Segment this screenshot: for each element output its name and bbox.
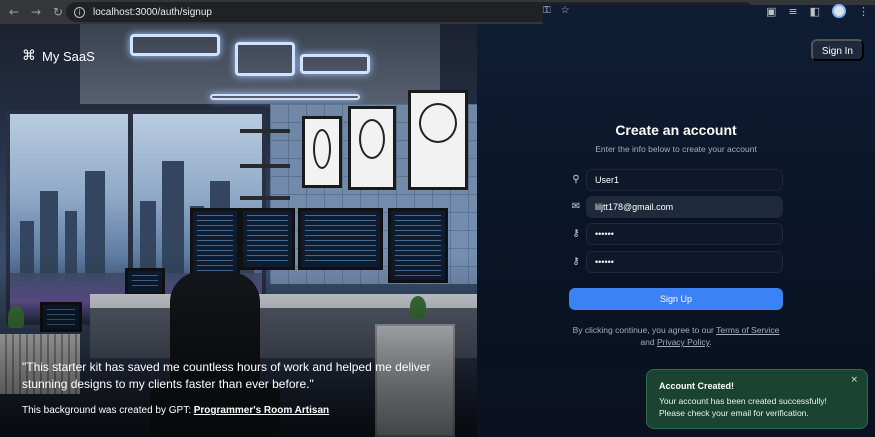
key-icon: ⚷ <box>572 256 580 267</box>
forward-arrow-icon[interactable]: → <box>28 4 44 20</box>
toast-message: Your account has been created successful… <box>659 396 827 418</box>
key-icon: ⚷ <box>572 228 580 239</box>
brand-name: My SaaS <box>42 48 95 64</box>
back-arrow-icon[interactable]: ← <box>6 4 22 20</box>
background-credit: This background was created by GPT: Prog… <box>22 405 329 416</box>
hero-panel: ⌘ My SaaS "This starter kit has saved me… <box>0 24 477 437</box>
confirm-password-input[interactable] <box>586 251 783 273</box>
testimonial-quote: "This starter kit has saved me countless… <box>22 360 431 391</box>
user-icon: ⚲ <box>572 174 580 185</box>
terms-prefix: By clicking continue, you agree to our <box>572 325 717 335</box>
credit-prefix: This background was created by GPT: <box>22 405 194 416</box>
sidebar-icon[interactable]: ◧ <box>810 5 820 18</box>
browser-toolbar: ← → ↻ i localhost:3000/auth/signup ⚿ ☆ ▣… <box>0 0 875 418</box>
url-text: localhost:3000/auth/signup <box>93 6 212 18</box>
password-input[interactable] <box>586 223 783 245</box>
reload-icon[interactable]: ↻ <box>50 4 66 20</box>
page-subtitle: Enter the info below to create your acco… <box>595 144 757 154</box>
privacy-link[interactable]: Privacy Policy <box>657 337 709 347</box>
credit-link[interactable]: Programmer's Room Artisan <box>194 405 329 416</box>
menu-dots-icon[interactable]: ⋮ <box>858 5 869 18</box>
toast-title: Account Created! <box>659 381 735 391</box>
address-bar[interactable]: i localhost:3000/auth/signup ⚿ ☆ <box>66 2 875 418</box>
confirm-password-field-row: ⚷ <box>569 251 783 273</box>
brand-logo[interactable]: ⌘ My SaaS <box>22 48 95 64</box>
info-icon[interactable]: i <box>74 6 85 18</box>
terms-and: and <box>640 337 657 347</box>
email-field-row: ✉ <box>569 196 783 218</box>
close-icon[interactable]: × <box>850 375 858 385</box>
signin-button[interactable]: Sign In <box>810 39 864 61</box>
extensions-icon[interactable]: ▣ <box>766 5 776 18</box>
email-input[interactable] <box>586 196 783 218</box>
name-field-row: ⚲ <box>569 169 783 191</box>
name-input[interactable] <box>586 169 783 191</box>
terms-text: By clicking continue, you agree to our T… <box>569 324 783 348</box>
profile-avatar[interactable] <box>832 4 846 18</box>
terms-suffix: . <box>709 337 712 347</box>
signup-button[interactable]: Sign Up <box>569 288 783 310</box>
password-field-row: ⚷ <box>569 223 783 245</box>
success-toast: × Account Created! Your account has been… <box>646 369 868 429</box>
media-icon[interactable]: ≡ <box>788 5 797 18</box>
page-title: Create an account <box>615 122 737 138</box>
terms-link[interactable]: Terms of Service <box>716 325 779 335</box>
command-icon: ⌘ <box>22 48 36 64</box>
mail-icon: ✉ <box>571 201 581 212</box>
